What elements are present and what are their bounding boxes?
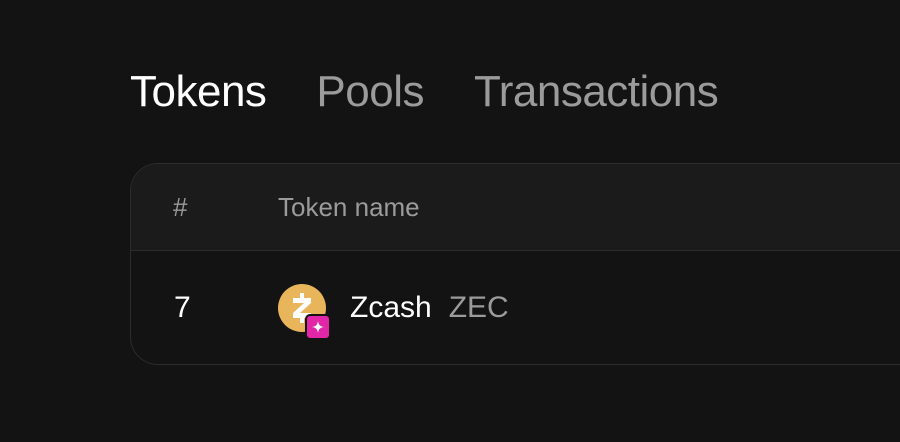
column-header-token-name: Token name — [278, 192, 420, 222]
page: Tokens Pools Transactions # Token name 7 — [0, 0, 900, 442]
tab-tokens[interactable]: Tokens — [130, 67, 267, 117]
sparkle-icon — [305, 314, 331, 340]
token-cell[interactable]: Zcash ZEC — [278, 283, 509, 340]
token-symbol: ZEC — [448, 291, 509, 324]
table-header: # Token name — [131, 164, 900, 251]
tokens-table: # Token name 7 Zcash ZEC — [130, 163, 900, 365]
tab-pools[interactable]: Pools — [316, 67, 424, 117]
tab-transactions[interactable]: Transactions — [474, 67, 719, 117]
column-header-rank: # — [173, 192, 188, 222]
explore-tabs: Tokens Pools Transactions — [130, 64, 719, 120]
token-logo — [278, 284, 331, 340]
table-row[interactable]: 7 Zcash ZEC — [131, 251, 900, 364]
token-rank: 7 — [174, 291, 191, 324]
token-name: Zcash — [350, 291, 432, 324]
